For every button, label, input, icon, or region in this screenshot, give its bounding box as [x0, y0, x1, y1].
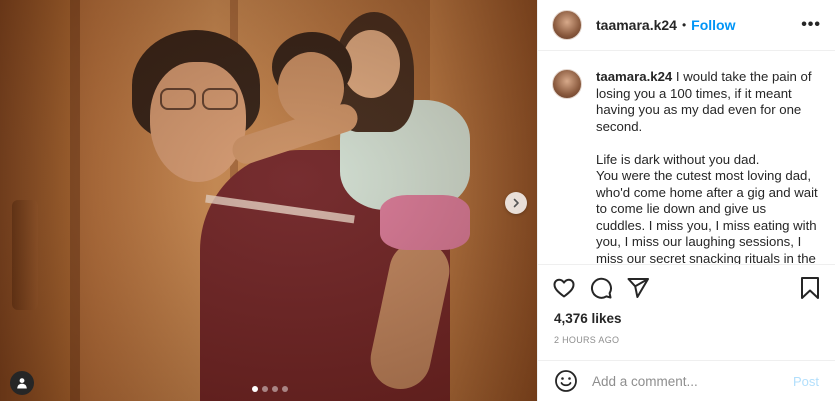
share-icon: [627, 278, 649, 298]
caption-body: I would take the pain of losing you a 10…: [596, 69, 818, 265]
comment-input[interactable]: [592, 373, 793, 389]
caption-username[interactable]: taamara.k24: [596, 69, 672, 84]
share-button[interactable]: [626, 276, 650, 300]
photo-vignette: [0, 0, 537, 401]
comment-button[interactable]: [589, 276, 613, 300]
save-button[interactable]: [799, 276, 821, 300]
carousel-indicator: [252, 386, 288, 392]
tagged-people-button[interactable]: [10, 371, 34, 395]
post-header: taamara.k24 • Follow •••: [538, 0, 835, 51]
bookmark-icon: [801, 277, 819, 299]
carousel-dot: [252, 386, 258, 392]
emoji-button[interactable]: [554, 369, 578, 393]
avatar[interactable]: [552, 10, 582, 40]
like-button[interactable]: [552, 276, 576, 300]
instagram-post: taamara.k24 • Follow ••• taamara.k24 I w…: [0, 0, 835, 401]
person-tag-icon: [17, 378, 27, 389]
chevron-right-icon: [513, 198, 519, 208]
carousel-dot: [272, 386, 278, 392]
emoji-icon: [555, 370, 577, 392]
post-comment-button[interactable]: Post: [793, 374, 819, 389]
comment-bar: Post: [538, 361, 835, 401]
post-timestamp[interactable]: 2 HOURS AGO: [538, 331, 835, 361]
header-username[interactable]: taamara.k24: [596, 17, 677, 33]
carousel-next-button[interactable]: [505, 192, 527, 214]
follow-button[interactable]: Follow: [691, 17, 735, 33]
avatar[interactable]: [552, 69, 582, 99]
carousel-dot: [262, 386, 268, 392]
header-separator: •: [681, 18, 687, 32]
post-sidebar: taamara.k24 • Follow ••• taamara.k24 I w…: [537, 0, 835, 401]
caption-text: taamara.k24 I would take the pain of los…: [596, 69, 818, 265]
action-bar: [538, 265, 835, 311]
likes-count[interactable]: 4,376 likes: [538, 311, 835, 331]
caption: taamara.k24 I would take the pain of los…: [552, 69, 821, 265]
post-photo[interactable]: [0, 0, 537, 401]
heart-icon: [553, 278, 575, 298]
carousel-dot: [282, 386, 288, 392]
comment-icon: [590, 277, 612, 299]
more-options-icon[interactable]: •••: [801, 16, 821, 34]
caption-area[interactable]: taamara.k24 I would take the pain of los…: [538, 51, 835, 265]
